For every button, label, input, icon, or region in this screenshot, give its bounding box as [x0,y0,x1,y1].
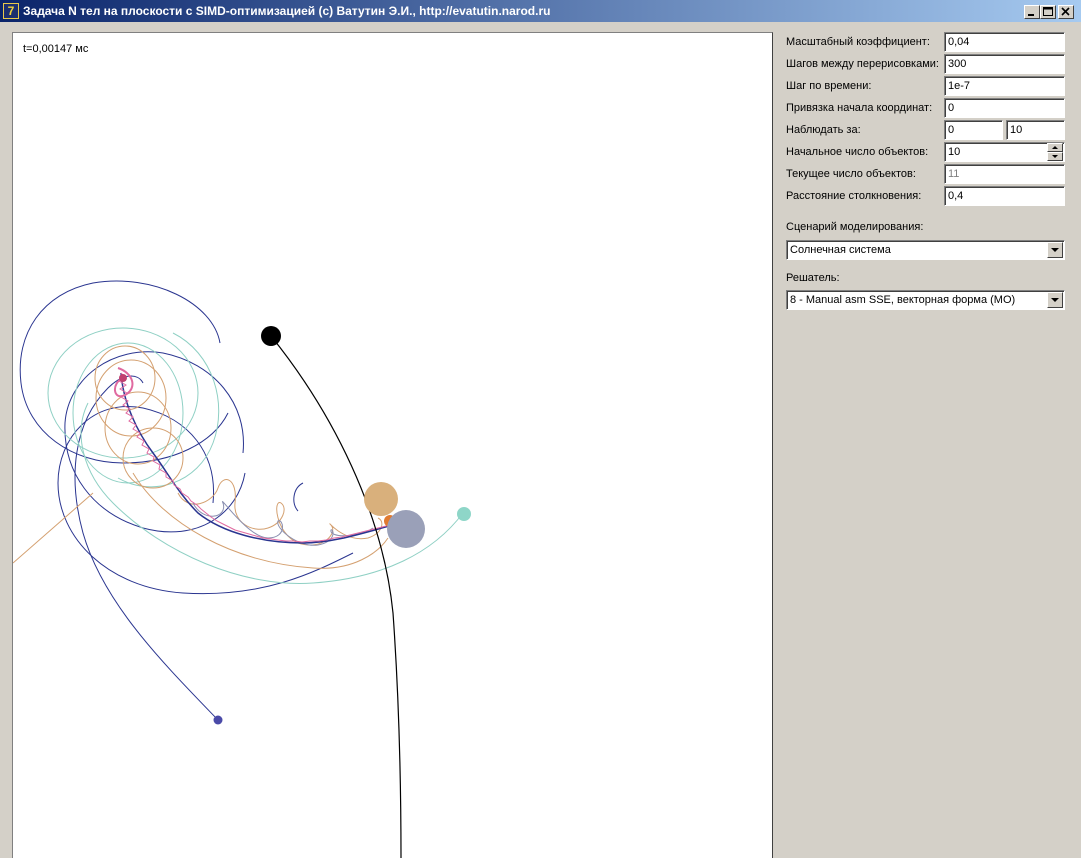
maximize-button[interactable] [1040,5,1056,19]
app-icon[interactable]: 7 [3,3,19,19]
orbit-trace-orange-outer [132,472,389,569]
orbit-trace-slate-loops [192,501,374,546]
orbit-plot [13,280,471,858]
watch-label: Наблюдать за: [786,124,861,136]
body-navy[interactable] [213,715,223,725]
orbit-trace-orange-escape [13,492,94,564]
simulation-canvas[interactable]: t=0,00147 мс [12,32,773,858]
steps-label: Шагов между перерисовками: [786,58,939,70]
watch-to-input[interactable]: 10 [1006,120,1065,140]
current-count-field: 11 [944,164,1065,184]
orbit-trace-black [270,335,402,858]
orbit-trace-wiggle [118,372,391,543]
current-count-label: Текущее число объектов: [786,168,916,180]
body-cyan[interactable] [457,507,471,521]
scenario-dropdown-button[interactable] [1047,242,1063,258]
scenario-select[interactable]: Солнечная система [786,240,1065,260]
spin-down-button[interactable] [1047,152,1063,161]
spin-down-icon [1052,155,1058,158]
orbit-trace-spine [120,372,394,544]
maximize-icon [1043,7,1053,16]
minimize-button[interactable] [1024,5,1040,19]
chevron-down-icon [1051,298,1059,302]
solver-value: 8 - Manual asm SSE, векторная форма (MO) [790,294,1016,306]
spin-up-icon [1052,146,1058,149]
chevron-down-icon [1051,248,1059,252]
collision-label: Расстояние столкновения: [786,190,922,202]
window-title: Задача N тел на плоскости с SIMD-оптимиз… [23,4,551,18]
minimize-icon [1028,14,1034,16]
orbit-trace-navy-small [293,482,304,512]
scenario-value: Солнечная система [790,244,891,256]
title-bar: 7 Задача N тел на плоскости с SIMD-оптим… [0,0,1081,22]
orbit-trace-navy-tail [74,375,219,721]
close-icon [1061,7,1070,16]
solver-label: Решатель: [786,272,840,284]
body-black[interactable] [261,326,281,346]
collision-input[interactable]: 0,4 [944,186,1065,206]
solver-dropdown-button[interactable] [1047,292,1063,308]
body-slate[interactable] [387,510,425,548]
timestep-label: Шаг по времени: [786,80,872,92]
origin-label: Привязка начала координат: [786,102,933,114]
body-tan[interactable] [364,482,398,516]
orbit-trace-navy-lower [57,406,354,595]
body-core[interactable] [119,374,127,382]
timestep-input[interactable]: 1e-7 [944,76,1065,96]
solver-select[interactable]: 8 - Manual asm SSE, векторная форма (MO) [786,290,1065,310]
scenario-label: Сценарий моделирования: [786,221,924,233]
initial-count-label: Начальное число объектов: [786,146,929,158]
time-label: t=0,00147 мс [23,43,89,55]
steps-input[interactable]: 300 [944,54,1065,74]
origin-input[interactable]: 0 [944,98,1065,118]
close-button[interactable] [1058,5,1074,19]
scale-input[interactable]: 0,04 [944,32,1065,52]
spin-up-button[interactable] [1047,143,1063,152]
watch-from-input[interactable]: 0 [944,120,1003,140]
initial-count-spinner[interactable] [1047,143,1063,161]
scale-label: Масштабный коэффициент: [786,36,930,48]
